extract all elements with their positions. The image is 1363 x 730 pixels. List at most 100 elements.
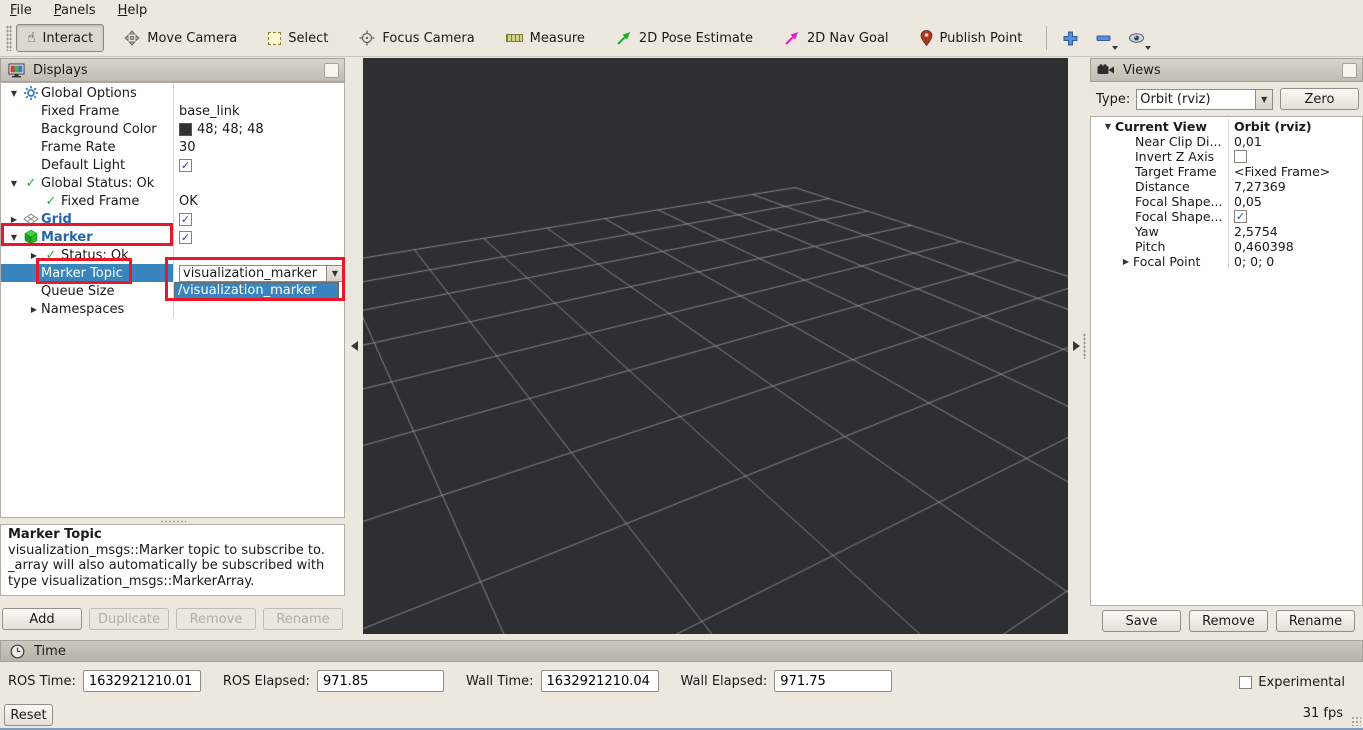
property-value: base_link xyxy=(179,104,239,119)
views-float-button[interactable] xyxy=(1342,63,1357,78)
3d-viewport[interactable] xyxy=(363,58,1068,634)
time-field-input[interactable] xyxy=(774,670,892,692)
checkbox[interactable]: ✓ xyxy=(1234,210,1247,223)
expander-closed-icon[interactable]: ▶ xyxy=(1119,257,1133,266)
chevron-down-icon[interactable]: ▼ xyxy=(1256,89,1273,110)
property-help-box: Marker Topic visualization_msgs::Marker … xyxy=(0,524,345,596)
displays-row-marker-topic[interactable]: Marker Topicvisualization_marker▼ xyxy=(1,264,344,282)
marker-topic-combo[interactable]: visualization_marker▼ xyxy=(179,265,344,282)
right-splitter[interactable] xyxy=(1068,58,1090,634)
tool-move-camera[interactable]: Move Camera xyxy=(113,24,248,52)
menu-file[interactable]: File xyxy=(10,3,32,18)
color-swatch[interactable] xyxy=(179,123,192,136)
tool-label: 2D Pose Estimate xyxy=(639,31,753,46)
checkbox[interactable]: ✓ xyxy=(179,213,192,226)
menu-help[interactable]: Help xyxy=(118,3,148,18)
views-remove-button[interactable]: Remove xyxy=(1189,610,1268,632)
displays-tree: ▼Global OptionsFixed Framebase_linkBackg… xyxy=(0,82,345,518)
zoom-in-button[interactable] xyxy=(1057,25,1083,51)
displays-row-grid[interactable]: ▶Grid✓ xyxy=(1,210,344,228)
views-row-current-view[interactable]: ▼Current ViewOrbit (rviz) xyxy=(1091,119,1362,134)
property-value: 0,05 xyxy=(1234,194,1262,209)
displays-row-fixed-frame[interactable]: Fixed Framebase_link xyxy=(1,102,344,120)
displays-row-marker[interactable]: ▼ Marker ✓ xyxy=(1,228,344,246)
zero-button[interactable]: Zero xyxy=(1280,88,1359,110)
experimental-checkbox[interactable] xyxy=(1239,676,1252,689)
plus-icon xyxy=(1063,31,1078,46)
property-value: <Fixed Frame> xyxy=(1234,164,1330,179)
expander-closed-icon[interactable]: ▶ xyxy=(27,305,41,314)
zoom-out-button[interactable] xyxy=(1090,25,1116,51)
views-row-focal-shape[interactable]: Focal Shape...0,05 xyxy=(1091,194,1362,209)
menu-panels[interactable]: Panels xyxy=(54,3,96,18)
chevron-down-icon[interactable]: ▼ xyxy=(327,265,344,282)
tool-label: Move Camera xyxy=(147,31,237,46)
views-row-pitch[interactable]: Pitch0,460398 xyxy=(1091,239,1362,254)
tool-label: Interact xyxy=(43,31,94,46)
expander-open-icon[interactable]: ▼ xyxy=(7,233,21,242)
property-label: Marker xyxy=(41,230,93,245)
displays-row-status-ok[interactable]: ▶✓Status: Ok xyxy=(1,246,344,264)
displays-row-default-light[interactable]: Default Light✓ xyxy=(1,156,344,174)
property-value: 0,01 xyxy=(1234,134,1262,149)
reset-button[interactable]: Reset xyxy=(4,704,53,726)
time-field-label: Wall Time: xyxy=(466,674,534,689)
displays-row-frame-rate[interactable]: Frame Rate30 xyxy=(1,138,344,156)
views-row-invert-z-axis[interactable]: Invert Z Axis xyxy=(1091,149,1362,164)
toolbar-drag-handle[interactable] xyxy=(6,25,12,51)
views-row-distance[interactable]: Distance7,27369 xyxy=(1091,179,1362,194)
expander-open-icon[interactable]: ▼ xyxy=(1101,122,1115,131)
resize-grip[interactable] xyxy=(1351,716,1361,726)
tool-interact[interactable]: ☝Interact xyxy=(16,24,104,52)
time-field-input[interactable] xyxy=(317,670,444,692)
views-row-near-clip-di[interactable]: Near Clip Di... 0,01 xyxy=(1091,134,1362,149)
dropdown-caret-icon[interactable] xyxy=(1112,46,1118,50)
views-row-target-frame[interactable]: Target Frame<Fixed Frame> xyxy=(1091,164,1362,179)
checkbox[interactable]: ✓ xyxy=(179,159,192,172)
tool-publish-point[interactable]: Publish Point xyxy=(909,24,1034,52)
tool-nav-goal[interactable]: 2D Nav Goal xyxy=(773,24,900,52)
tool-select[interactable]: Select xyxy=(257,24,339,52)
views-save-button[interactable]: Save xyxy=(1102,610,1181,632)
time-field-input[interactable] xyxy=(541,670,659,692)
views-rename-button[interactable]: Rename xyxy=(1276,610,1355,632)
dropdown-caret-icon[interactable] xyxy=(1145,46,1151,50)
minus-icon xyxy=(1096,35,1111,42)
property-value: 30 xyxy=(179,140,196,155)
time-field-input[interactable] xyxy=(83,670,201,692)
view-type-value[interactable]: Orbit (rviz) xyxy=(1136,89,1256,110)
displays-row-global-status-ok[interactable]: ▼✓Global Status: Ok xyxy=(1,174,344,192)
expander-closed-icon[interactable]: ▶ xyxy=(7,215,21,224)
views-row-yaw[interactable]: Yaw2,5754 xyxy=(1091,224,1362,239)
tool-pose-estimate[interactable]: 2D Pose Estimate xyxy=(605,24,764,52)
views-row-focal-shape[interactable]: Focal Shape...✓ xyxy=(1091,209,1362,224)
collapse-left-icon[interactable] xyxy=(351,341,358,351)
displays-row-fixed-frame[interactable]: ✓Fixed FrameOK xyxy=(1,192,344,210)
displays-float-button[interactable] xyxy=(324,63,339,78)
tool-measure[interactable]: Measure xyxy=(495,24,596,52)
collapse-right-icon[interactable] xyxy=(1073,341,1080,351)
property-label: Global Status: Ok xyxy=(41,176,154,191)
property-label: Pitch xyxy=(1135,239,1165,254)
property-label: Near Clip Di... xyxy=(1135,134,1221,149)
view-type-combo[interactable]: Orbit (rviz) ▼ xyxy=(1136,89,1273,110)
visibility-button[interactable] xyxy=(1123,25,1149,51)
checkbox[interactable] xyxy=(1234,150,1247,163)
measure-icon xyxy=(506,34,523,42)
combo-value[interactable]: visualization_marker xyxy=(179,265,327,282)
checkbox[interactable]: ✓ xyxy=(179,231,192,244)
topic-dropdown-item[interactable]: /visualization_marker xyxy=(174,282,339,299)
expander-closed-icon[interactable]: ▶ xyxy=(27,251,41,260)
left-splitter[interactable] xyxy=(345,58,363,634)
time-field-label: ROS Time: xyxy=(8,674,76,689)
displays-row-global-options[interactable]: ▼Global Options xyxy=(1,84,344,102)
views-row-focal-point[interactable]: ▶Focal Point0; 0; 0 xyxy=(1091,254,1362,269)
views-tree: ▼Current ViewOrbit (rviz)Near Clip Di...… xyxy=(1090,116,1363,606)
property-value: 7,27369 xyxy=(1234,179,1286,194)
tool-focus-camera[interactable]: Focus Camera xyxy=(348,24,485,52)
displays-add-button[interactable]: Add xyxy=(2,608,82,630)
displays-row-namespaces[interactable]: ▶Namespaces xyxy=(1,300,344,318)
expander-open-icon[interactable]: ▼ xyxy=(7,89,21,98)
expander-open-icon[interactable]: ▼ xyxy=(7,179,21,188)
displays-row-background-color[interactable]: Background Color48; 48; 48 xyxy=(1,120,344,138)
